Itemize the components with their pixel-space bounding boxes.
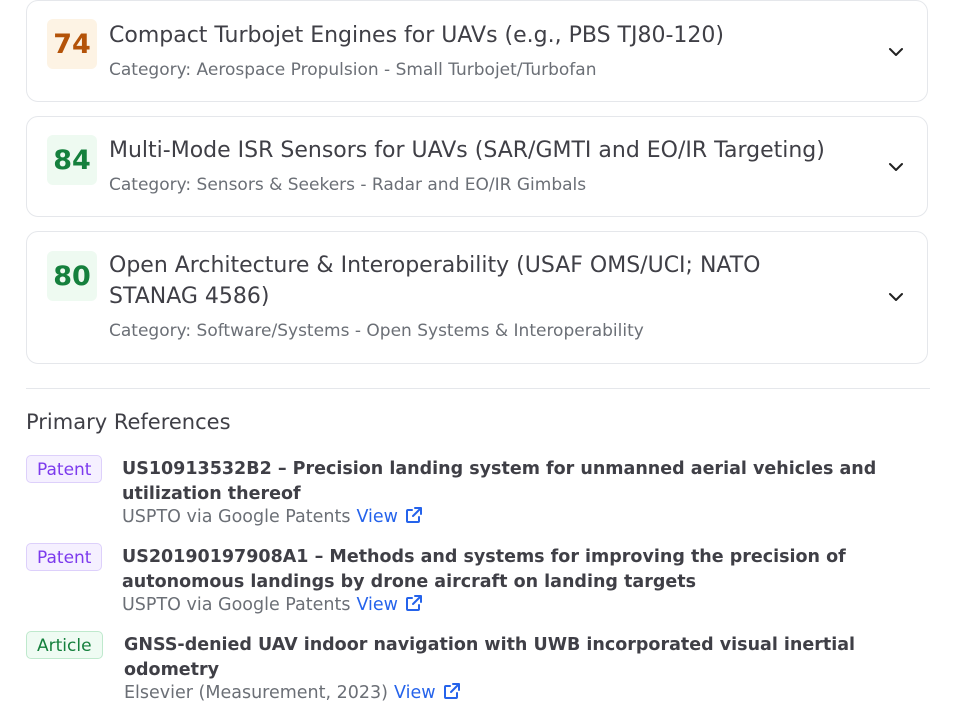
reference-source-row: USPTO via Google Patents View bbox=[122, 593, 424, 618]
score-badge: 80 bbox=[47, 251, 97, 301]
reference-source: USPTO via Google Patents bbox=[122, 595, 351, 615]
card-category: Category: Aerospace Propulsion - Small T… bbox=[109, 60, 597, 80]
reference-item: Patent US10913532B2 – Precision landing … bbox=[26, 455, 926, 533]
reference-title: GNSS-denied UAV indoor navigation with U… bbox=[124, 635, 856, 680]
score-badge: 84 bbox=[47, 135, 97, 185]
card-title-line-2: STANAG 4586) bbox=[109, 284, 270, 309]
reference-item: Article GNSS-denied UAV indoor navigatio… bbox=[26, 631, 926, 709]
score-card[interactable]: 80 Open Architecture & Interoperability … bbox=[26, 231, 928, 364]
card-title-line-1: Open Architecture & Interoperability (US… bbox=[109, 253, 761, 278]
view-link[interactable]: View bbox=[394, 683, 436, 703]
external-link-icon[interactable] bbox=[404, 505, 424, 525]
reference-item: Patent US20190197908A1 – Methods and sys… bbox=[26, 543, 926, 621]
patent-tag: Patent bbox=[26, 455, 103, 483]
card-title: Multi-Mode ISR Sensors for UAVs (SAR/GMT… bbox=[109, 138, 825, 163]
view-link[interactable]: View bbox=[356, 595, 398, 615]
reference-source-row: USPTO via Google Patents View bbox=[122, 505, 424, 530]
card-category: Category: Sensors & Seekers - Radar and … bbox=[109, 175, 587, 195]
view-link[interactable]: View bbox=[356, 507, 398, 527]
chevron-down-icon[interactable] bbox=[887, 43, 905, 61]
card-title: Compact Turbojet Engines for UAVs (e.g.,… bbox=[109, 23, 724, 48]
article-tag: Article bbox=[26, 631, 103, 659]
score-card[interactable]: 84 Multi-Mode ISR Sensors for UAVs (SAR/… bbox=[26, 116, 928, 217]
chevron-down-icon[interactable] bbox=[887, 288, 905, 306]
reference-source: USPTO via Google Patents bbox=[122, 507, 351, 527]
patent-tag: Patent bbox=[26, 543, 103, 571]
reference-title: US10913532B2 – Precision landing system … bbox=[122, 459, 877, 504]
reference-title: US20190197908A1 – Methods and systems fo… bbox=[122, 547, 846, 592]
score-badge: 74 bbox=[47, 19, 97, 69]
external-link-icon[interactable] bbox=[442, 681, 462, 701]
chevron-down-icon[interactable] bbox=[887, 158, 905, 176]
score-card[interactable]: 74 Compact Turbojet Engines for UAVs (e.… bbox=[26, 0, 928, 102]
section-divider bbox=[26, 388, 930, 389]
card-category: Category: Software/Systems - Open System… bbox=[109, 321, 644, 341]
reference-source-row: Elsevier (Measurement, 2023) View bbox=[124, 681, 462, 706]
section-heading: Primary References bbox=[26, 410, 231, 434]
reference-source: Elsevier (Measurement, 2023) bbox=[124, 683, 389, 703]
external-link-icon[interactable] bbox=[404, 593, 424, 613]
